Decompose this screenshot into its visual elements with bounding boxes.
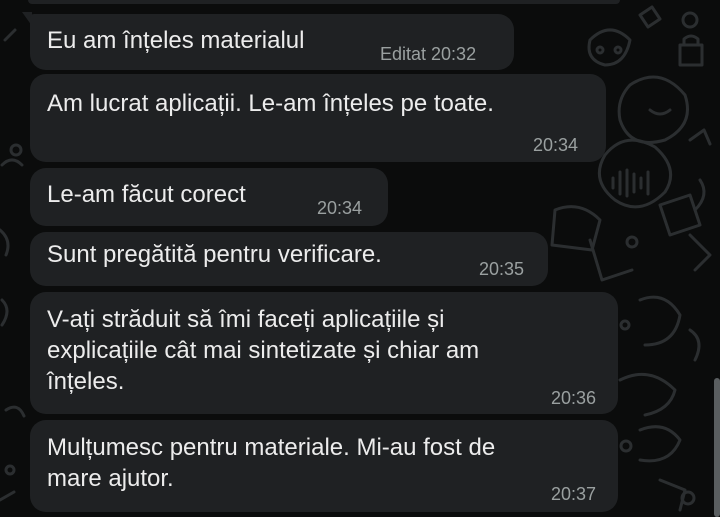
message-text: Sunt pregătită pentru verificare.	[47, 241, 382, 268]
scrollbar[interactable]	[714, 378, 720, 517]
message-timestamp: 20:36	[551, 388, 597, 408]
message-timestamp: 20:37	[551, 484, 597, 504]
message-text: Eu am înțeles materialul	[47, 27, 305, 54]
previous-message-edge	[28, 0, 620, 4]
message-text: V-ați străduit să îmi faceți aplicațiile…	[47, 306, 480, 395]
message-text: Mulțumesc pentru materiale. Mi-au fost d…	[47, 434, 496, 492]
message-timestamp: 20:34	[317, 198, 363, 218]
message-timestamp: 20:35	[479, 259, 525, 279]
message-bubble[interactable]: Am lucrat aplicații. Le-am înțeles pe to…	[30, 74, 606, 162]
message-bubble[interactable]: V-ați străduit să îmi faceți aplicațiile…	[30, 292, 618, 414]
message-timestamp: 20:34	[533, 135, 579, 155]
message-bubble[interactable]: Mulțumesc pentru materiale. Mi-au fost d…	[30, 420, 618, 512]
message-text: Am lucrat aplicații. Le-am înțeles pe to…	[47, 90, 494, 117]
message-bubble[interactable]: Le-am făcut corect 20:34	[30, 168, 388, 226]
message-bubble[interactable]: Sunt pregătită pentru verificare. 20:35	[30, 232, 548, 286]
message-text: Le-am făcut corect	[47, 181, 246, 208]
message-timestamp: Editat 20:32	[380, 44, 477, 64]
message-bubble[interactable]: Eu am înțeles materialul Editat 20:32	[30, 14, 514, 70]
